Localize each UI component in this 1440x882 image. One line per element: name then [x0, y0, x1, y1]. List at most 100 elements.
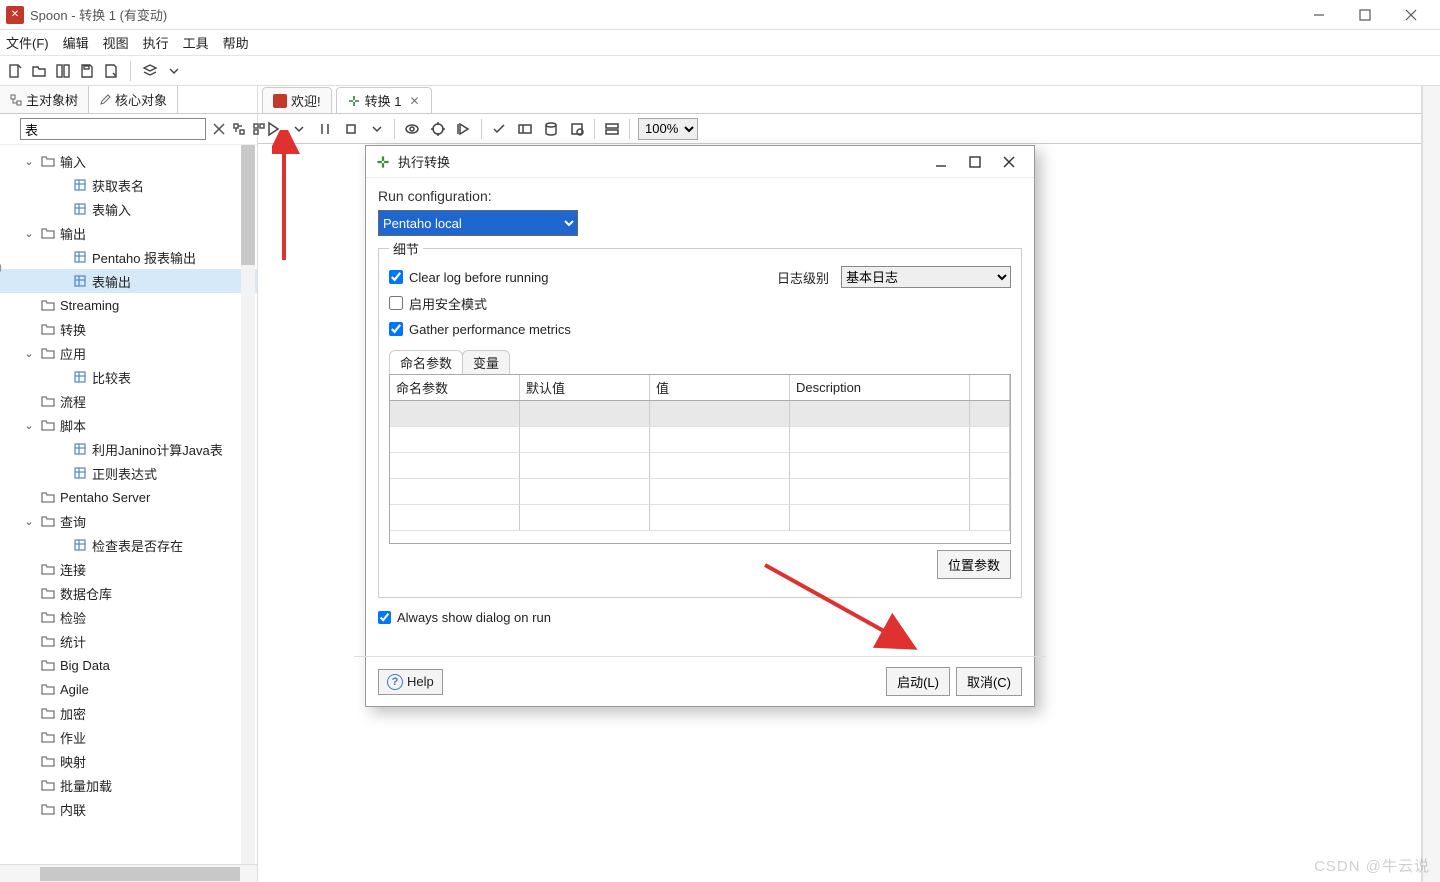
window-title: Spoon - 转换 1 (有变动) — [30, 5, 1296, 24]
tree-folder[interactable]: ·映射 — [0, 749, 257, 773]
tree-item[interactable]: ·获取表名 — [0, 173, 257, 197]
chevron-icon[interactable]: ⌄ — [22, 419, 36, 432]
table-row[interactable] — [390, 505, 1010, 531]
table-row[interactable] — [390, 453, 1010, 479]
tab-named-params[interactable]: 命名参数 — [389, 350, 463, 374]
chevron-icon[interactable]: ⌄ — [22, 227, 36, 240]
menu-view[interactable]: 视图 — [103, 33, 129, 52]
params-table[interactable]: 命名参数 默认值 值 Description — [389, 374, 1011, 544]
tree-folder[interactable]: ·内联 — [0, 797, 257, 821]
tree-folder[interactable]: ·作业 — [0, 725, 257, 749]
tree-folder[interactable]: ⌄脚本 — [0, 413, 257, 437]
tree-folder[interactable]: ·加密 — [0, 701, 257, 725]
tree-folder[interactable]: ·连接 — [0, 557, 257, 581]
tree-folder[interactable]: ·Agile — [0, 677, 257, 701]
table-row[interactable] — [390, 427, 1010, 453]
verify-icon[interactable] — [490, 120, 508, 138]
tab-transformation[interactable]: 转换 1 ✕ — [336, 87, 433, 113]
tree-view[interactable]: ⌄输入·获取表名·表输入⌄输出·Pentaho 报表输出·表输出·Streami… — [0, 145, 257, 864]
always-show-checkbox[interactable] — [378, 611, 391, 624]
menu-edit[interactable]: 编辑 — [63, 33, 89, 52]
tree-folder[interactable]: ⌄应用 — [0, 341, 257, 365]
stop-icon[interactable] — [342, 120, 360, 138]
position-params-button[interactable]: 位置参数 — [937, 550, 1011, 579]
help-button[interactable]: ? Help — [378, 669, 443, 695]
chevron-icon[interactable]: ⌄ — [22, 347, 36, 360]
gather-metrics-checkbox[interactable] — [389, 322, 403, 336]
maximize-button[interactable] — [1342, 0, 1388, 30]
stop-dropdown-icon[interactable] — [368, 120, 386, 138]
tree-item[interactable]: ·比较表 — [0, 365, 257, 389]
minimize-button[interactable] — [1296, 0, 1342, 30]
tree-item[interactable]: ·Pentaho 报表输出 — [0, 245, 257, 269]
run-icon[interactable] — [264, 120, 282, 138]
new-file-icon[interactable] — [6, 62, 24, 80]
tab-main-tree[interactable]: 主对象树 — [0, 86, 89, 113]
search-input[interactable] — [20, 118, 206, 140]
open-icon[interactable] — [30, 62, 48, 80]
impact-icon[interactable] — [516, 120, 534, 138]
run-config-select[interactable]: Pentaho local — [378, 210, 578, 236]
chevron-icon[interactable]: ⌄ — [22, 515, 36, 528]
tree-folder[interactable]: ⌄查询 — [0, 509, 257, 533]
dialog-maximize-button[interactable] — [958, 150, 992, 174]
tree-folder[interactable]: ·批量加载 — [0, 773, 257, 797]
tree-item[interactable]: ·利用Janino计算Java表 — [0, 437, 257, 461]
launch-button[interactable]: 启动(L) — [886, 667, 950, 696]
menu-help[interactable]: 帮助 — [223, 33, 249, 52]
perspective-icon[interactable] — [141, 62, 159, 80]
tab-core-objects[interactable]: 核心对象 — [89, 86, 178, 113]
tree-scrollbar-thumb[interactable] — [241, 145, 255, 265]
left-hscroll-thumb[interactable] — [40, 867, 240, 881]
menu-run[interactable]: 执行 — [143, 33, 169, 52]
tree-folder[interactable]: ·转换 — [0, 317, 257, 341]
tree-folder[interactable]: ·数据仓库 — [0, 581, 257, 605]
tree-folder[interactable]: ·流程 — [0, 389, 257, 413]
tree-folder[interactable]: ⌄输出 — [0, 221, 257, 245]
app-icon: ✕ — [6, 6, 24, 24]
replay-icon[interactable] — [455, 120, 473, 138]
dialog-close-button[interactable] — [992, 150, 1026, 174]
tab-variables[interactable]: 变量 — [462, 350, 510, 374]
pause-icon[interactable] — [316, 120, 334, 138]
right-vertical-scrollbar[interactable] — [1422, 86, 1440, 882]
run-dropdown-icon[interactable] — [290, 120, 308, 138]
menu-tools[interactable]: 工具 — [183, 33, 209, 52]
tree-folder[interactable]: ·Pentaho Server — [0, 485, 257, 509]
save-icon[interactable] — [78, 62, 96, 80]
menu-file[interactable]: 文件(F) — [6, 33, 49, 52]
tree-item[interactable]: ·检查表是否存在 — [0, 533, 257, 557]
tree-folder[interactable]: ·统计 — [0, 629, 257, 653]
explore-db-icon[interactable] — [568, 120, 586, 138]
cancel-button[interactable]: 取消(C) — [956, 667, 1022, 696]
preview-icon[interactable] — [403, 120, 421, 138]
tab-welcome[interactable]: 欢迎! — [262, 87, 332, 113]
chevron-icon[interactable]: ⌄ — [22, 155, 36, 168]
show-results-icon[interactable] — [603, 120, 621, 138]
tree-item[interactable]: ·表输出 — [0, 269, 257, 293]
zoom-select[interactable]: 100% — [638, 118, 698, 140]
table-row[interactable] — [390, 401, 1010, 427]
log-level-select[interactable]: 基本日志 — [841, 266, 1011, 288]
clear-log-checkbox[interactable] — [389, 270, 403, 284]
tab-close-icon[interactable]: ✕ — [407, 94, 421, 108]
save-as-icon[interactable] — [102, 62, 120, 80]
tree-folder[interactable]: ⌄输入 — [0, 149, 257, 173]
tree-icon — [10, 94, 22, 106]
tree-folder[interactable]: ·Streaming — [0, 293, 257, 317]
table-row[interactable] — [390, 479, 1010, 505]
debug-icon[interactable] — [429, 120, 447, 138]
dropdown-icon[interactable] — [165, 62, 183, 80]
clear-search-icon[interactable] — [212, 119, 226, 139]
dialog-minimize-button[interactable] — [924, 150, 958, 174]
tree-folder[interactable]: ·检验 — [0, 605, 257, 629]
safe-mode-checkbox[interactable] — [389, 296, 403, 310]
tree-folder[interactable]: ·Big Data — [0, 653, 257, 677]
tree-item[interactable]: ·正则表达式 — [0, 461, 257, 485]
sql-icon[interactable] — [542, 120, 560, 138]
explore-icon[interactable] — [54, 62, 72, 80]
expand-icon[interactable] — [232, 119, 246, 139]
close-button[interactable] — [1388, 0, 1434, 30]
left-horizontal-scrollbar[interactable] — [0, 864, 257, 882]
tree-item[interactable]: ·表输入 — [0, 197, 257, 221]
